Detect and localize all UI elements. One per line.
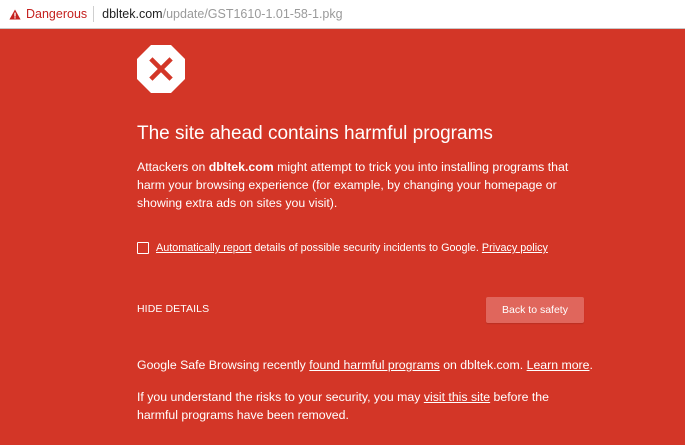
automatically-report-link[interactable]: Automatically report bbox=[156, 242, 251, 254]
safe-browsing-details: Google Safe Browsing recently found harm… bbox=[137, 356, 593, 374]
report-text: Automatically report details of possible… bbox=[156, 242, 548, 254]
address-bar[interactable]: Dangerous dbltek.com/update/GST1610-1.01… bbox=[0, 0, 685, 29]
details-line2-prefix: If you understand the risks to your secu… bbox=[137, 390, 424, 404]
url-host: dbltek.com bbox=[102, 7, 163, 21]
back-to-safety-button[interactable]: Back to safety bbox=[486, 297, 584, 323]
page-title: The site ahead contains harmful programs bbox=[137, 123, 493, 144]
warning-description: Attackers on dbltek.com might attempt to… bbox=[137, 158, 585, 212]
security-chip[interactable]: Dangerous bbox=[0, 0, 93, 28]
details-line1-suffix: . bbox=[589, 358, 593, 372]
visit-this-site-link[interactable]: visit this site bbox=[424, 390, 490, 404]
proceed-details: If you understand the risks to your secu… bbox=[137, 388, 585, 424]
url-text[interactable]: dbltek.com/update/GST1610-1.01-58-1.pkg bbox=[102, 7, 342, 21]
address-divider bbox=[93, 6, 95, 22]
description-prefix: Attackers on bbox=[137, 160, 209, 174]
description-site: dbltek.com bbox=[208, 160, 274, 174]
url-path: /update/GST1610-1.01-58-1.pkg bbox=[162, 7, 343, 21]
report-description: details of possible security incidents t… bbox=[251, 242, 482, 254]
security-label: Dangerous bbox=[26, 7, 88, 21]
found-harmful-programs-link[interactable]: found harmful programs bbox=[309, 358, 440, 372]
details-line1-middle: on dbltek.com. bbox=[439, 358, 527, 372]
report-checkbox[interactable] bbox=[137, 242, 149, 254]
warning-triangle-icon bbox=[9, 9, 21, 19]
privacy-policy-link[interactable]: Privacy policy bbox=[482, 242, 548, 254]
report-row: Automatically report details of possible… bbox=[137, 242, 548, 254]
hide-details-link[interactable]: HIDE DETAILS bbox=[137, 303, 209, 315]
red-octagon-x-icon bbox=[137, 45, 185, 93]
learn-more-link[interactable]: Learn more bbox=[527, 358, 590, 372]
details-line1-prefix: Google Safe Browsing recently bbox=[137, 358, 310, 372]
